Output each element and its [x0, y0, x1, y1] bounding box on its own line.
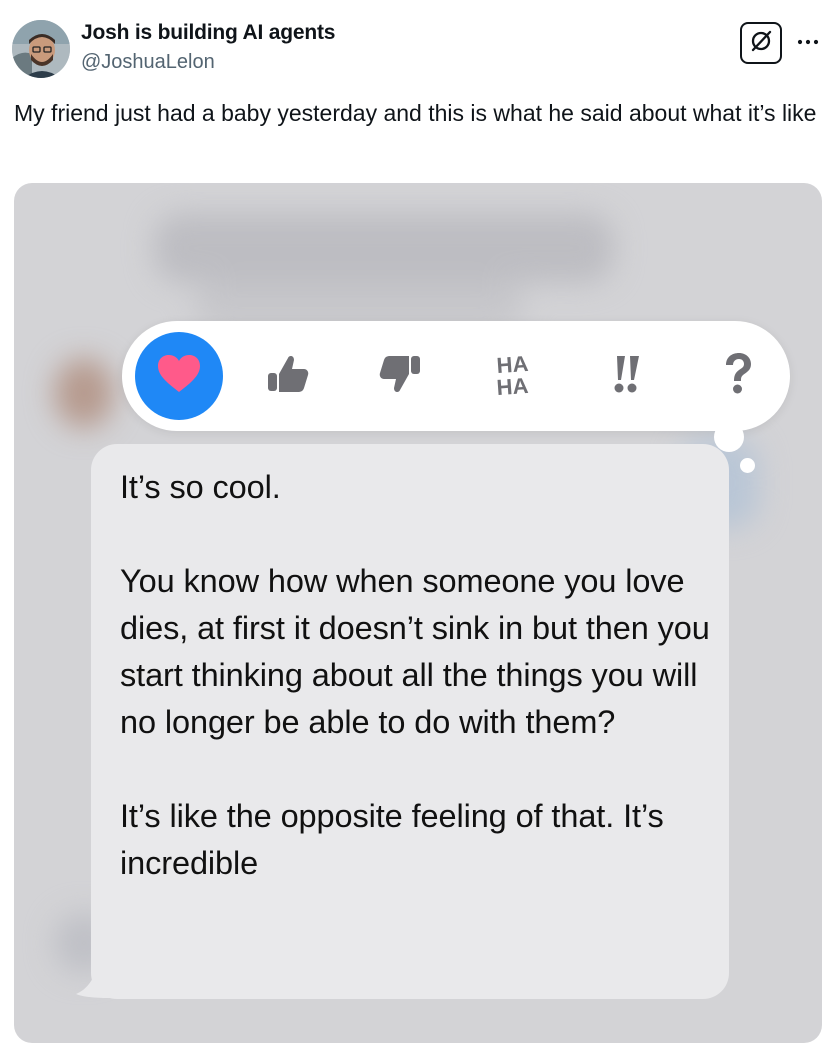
grok-button[interactable] — [740, 22, 782, 64]
emphasize-reaction-button[interactable] — [596, 349, 656, 403]
double-exclamation-icon — [608, 352, 644, 401]
more-dots-icon — [797, 32, 819, 50]
grok-icon — [749, 29, 773, 58]
author-display-name[interactable]: Josh is building AI agents — [81, 21, 335, 45]
author-handle[interactable]: @JoshuaLelon — [81, 51, 215, 74]
haha-reaction-button[interactable]: HA HA — [483, 345, 543, 407]
tweet-header: Josh is building AI agents @JoshuaLelon — [0, 0, 835, 90]
reaction-bar: HA HA — [122, 321, 790, 431]
thumbs-up-icon — [264, 353, 310, 400]
message-text: It’s so cool. You know how when someone … — [120, 469, 710, 881]
tweet-text: My friend just had a baby yesterday and … — [14, 100, 817, 126]
reaction-bar-tail-dot-small — [740, 458, 755, 473]
thumbs-down-icon — [377, 353, 423, 400]
message-bubble-tail — [76, 968, 112, 998]
more-options-button[interactable] — [791, 26, 825, 56]
svg-text:HA: HA — [496, 372, 530, 399]
reaction-bar-tail-dot — [714, 422, 744, 452]
question-reaction-button[interactable] — [708, 349, 768, 403]
thumbs-down-reaction-button[interactable] — [370, 349, 430, 403]
thumbs-up-reaction-button[interactable] — [257, 349, 317, 403]
avatar[interactable] — [12, 20, 70, 78]
haha-icon: HA HA — [488, 348, 538, 405]
heart-reaction-button[interactable] — [135, 332, 223, 420]
heart-icon — [156, 354, 202, 399]
question-mark-icon — [721, 351, 755, 402]
